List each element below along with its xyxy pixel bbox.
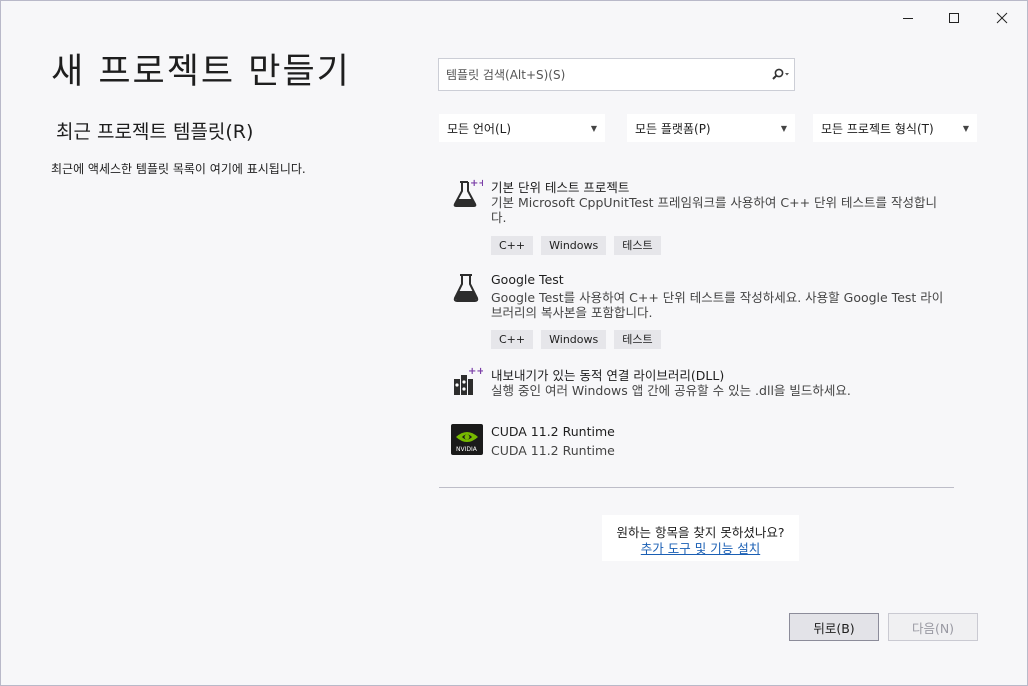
- minimize-icon: [902, 12, 914, 28]
- next-button[interactable]: 다음(N): [888, 613, 978, 641]
- template-description: 기본 Microsoft CppUnitTest 프레임워크를 사용하여 C++…: [491, 195, 938, 225]
- tag-language: C++: [491, 236, 534, 255]
- template-item-basic-unit-test[interactable]: ++ 기본 단위 테스트 프로젝트 기본 Microsoft CppUnitTe…: [439, 177, 959, 257]
- template-name: Google Test: [491, 272, 564, 287]
- create-project-window: 새 프로젝트 만들기 최근 프로젝트 템플릿(R) 최근에 액세스한 템플릿 목…: [0, 0, 1028, 686]
- template-item-google-test[interactable]: Google Test Google Test를 사용하여 C++ 단위 테스트…: [439, 272, 959, 352]
- minimize-button[interactable]: [885, 5, 931, 35]
- chevron-down-icon: ▼: [962, 123, 969, 133]
- search-icon[interactable]: [766, 60, 794, 90]
- not-found-panel: 원하는 항목을 찾지 못하셨나요? 추가 도구 및 기능 설치: [602, 515, 799, 561]
- template-item-dll[interactable]: ++ 내보내기가 있는 동적 연결 라이브러리(DLL) 실행 중인 여러 Wi…: [439, 365, 959, 409]
- close-button[interactable]: [979, 5, 1025, 35]
- platform-filter-label: 모든 플랫폼(P): [635, 121, 711, 136]
- template-description: Google Test를 사용하여 C++ 단위 테스트를 작성하세요. 사용할…: [491, 290, 944, 320]
- flask-icon: [451, 272, 483, 304]
- tag-language: C++: [491, 330, 534, 349]
- project-type-filter-dropdown[interactable]: 모든 프로젝트 형식(T) ▼: [813, 114, 977, 142]
- tag-platform: Windows: [541, 236, 607, 255]
- template-description: 실행 중인 여러 Windows 앱 간에 공유할 수 있는 .dll을 빌드하…: [491, 383, 851, 398]
- template-description: CUDA 11.2 Runtime: [491, 443, 615, 458]
- recent-templates-empty-text: 최근에 액세스한 템플릿 목록이 여기에 표시됩니다.: [51, 162, 306, 176]
- template-name: 기본 단위 테스트 프로젝트: [491, 180, 630, 195]
- language-filter-label: 모든 언어(L): [447, 121, 512, 136]
- template-item-cuda[interactable]: NVIDIA CUDA 11.2 Runtime CUDA 11.2 Runti…: [439, 424, 959, 464]
- recent-templates-heading: 최근 프로젝트 템플릿(R): [56, 121, 254, 143]
- page-title: 새 프로젝트 만들기: [51, 52, 351, 92]
- template-name: 내보내기가 있는 동적 연결 라이브러리(DLL): [491, 368, 725, 383]
- template-tags: C++ Windows 테스트: [491, 236, 661, 255]
- template-name: CUDA 11.2 Runtime: [491, 424, 615, 439]
- template-search-input[interactable]: [446, 67, 766, 82]
- template-tags: C++ Windows 테스트: [491, 330, 661, 349]
- chevron-down-icon: ▼: [780, 123, 787, 133]
- maximize-icon: [948, 12, 960, 28]
- nvidia-icon: NVIDIA: [451, 424, 483, 456]
- svg-text:++: ++: [470, 178, 483, 189]
- close-icon: [996, 12, 1008, 28]
- maximize-button[interactable]: [931, 5, 977, 35]
- back-button[interactable]: 뒤로(B): [789, 613, 879, 641]
- install-tools-link[interactable]: 추가 도구 및 기능 설치: [602, 538, 799, 557]
- tag-platform: Windows: [541, 330, 607, 349]
- chevron-down-icon: ▼: [590, 123, 597, 133]
- svg-text:NVIDIA: NVIDIA: [456, 446, 478, 453]
- project-type-filter-label: 모든 프로젝트 형식(T): [821, 121, 934, 136]
- dll-library-icon: ++: [451, 365, 485, 397]
- language-filter-dropdown[interactable]: 모든 언어(L) ▼: [439, 114, 605, 142]
- svg-text:++: ++: [468, 366, 483, 377]
- tag-type: 테스트: [614, 236, 661, 255]
- tag-type: 테스트: [614, 330, 661, 349]
- divider: [439, 487, 954, 488]
- flask-plus-icon: ++: [451, 177, 487, 209]
- template-search-box[interactable]: [438, 58, 795, 91]
- platform-filter-dropdown[interactable]: 모든 플랫폼(P) ▼: [627, 114, 795, 142]
